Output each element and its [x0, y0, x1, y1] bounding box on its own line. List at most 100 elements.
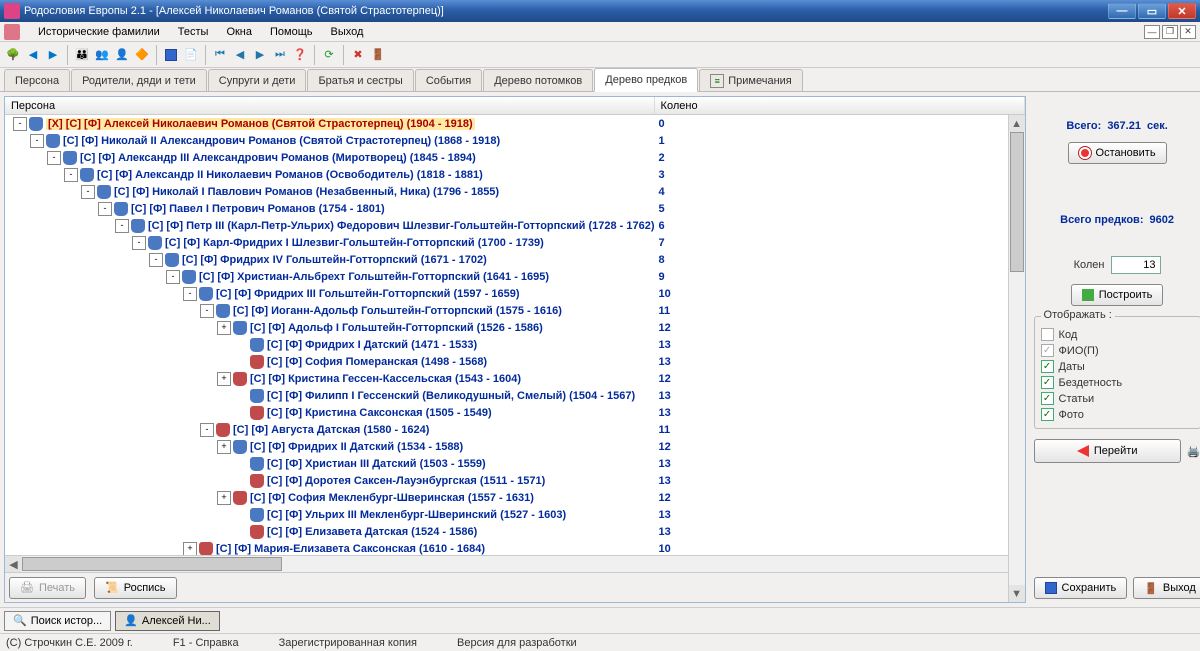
- tab[interactable]: Персона: [4, 69, 70, 91]
- taskbar-search[interactable]: 🔍 Поиск истор...: [4, 611, 111, 631]
- tree-row[interactable]: -[С] [Ф] Фридрих III Гольштейн-Готторпск…: [5, 285, 1025, 302]
- menu-item[interactable]: Выход: [331, 26, 364, 38]
- refresh-icon[interactable]: ⟳: [320, 46, 338, 64]
- tree-row[interactable]: [С] [Ф] Филипп I Гессенский (Великодушны…: [5, 387, 1025, 404]
- tree-row[interactable]: -[С] [Ф] Николай II Александрович Романо…: [5, 132, 1025, 149]
- tree-row[interactable]: -[С] [Ф] Фридрих IV Гольштейн-Готторпски…: [5, 251, 1025, 268]
- help-icon[interactable]: ❓: [291, 46, 309, 64]
- close-button[interactable]: ✕: [1168, 3, 1196, 19]
- horizontal-scrollbar[interactable]: ◀▶: [5, 555, 1025, 572]
- cancel-icon[interactable]: ✖: [349, 46, 367, 64]
- tree-toggle[interactable]: -: [166, 270, 180, 284]
- forward-icon[interactable]: ▶: [44, 46, 62, 64]
- menu-item[interactable]: Тесты: [178, 26, 209, 38]
- tree-row[interactable]: +[С] [Ф] Адольф I Гольштейн-Готторпский …: [5, 319, 1025, 336]
- checkbox-row[interactable]: ✓Фото: [1041, 408, 1194, 421]
- save-icon[interactable]: [162, 46, 180, 64]
- tree-row[interactable]: [С] [Ф] Елизавета Датская (1524 - 1586)1…: [5, 523, 1025, 540]
- tree-row[interactable]: -[С] [Ф] Августа Датская (1580 - 1624)11: [5, 421, 1025, 438]
- tree-toggle[interactable]: -: [64, 168, 78, 182]
- app-menu-icon[interactable]: [4, 24, 20, 40]
- stop-button[interactable]: Остановить: [1068, 142, 1167, 164]
- person-icon[interactable]: 👤: [113, 46, 131, 64]
- back-icon[interactable]: ◀: [24, 46, 42, 64]
- tree-row[interactable]: -[С] [Ф] Александр III Александрович Ром…: [5, 149, 1025, 166]
- menu-item[interactable]: Окна: [226, 26, 252, 38]
- header-persona[interactable]: Персона: [5, 97, 655, 114]
- tree-row[interactable]: [С] [Ф] Фридрих I Датский (1471 - 1533)1…: [5, 336, 1025, 353]
- first-icon[interactable]: ⏮: [211, 46, 229, 64]
- tree-toggle[interactable]: +: [217, 491, 231, 505]
- tree-icon[interactable]: 🌳: [4, 46, 22, 64]
- tree-row[interactable]: +[С] [Ф] Мария-Елизавета Саксонская (161…: [5, 540, 1025, 555]
- build-button[interactable]: Построить: [1071, 284, 1164, 306]
- tree-row[interactable]: -[С] [Ф] Иоганн-Адольф Гольштейн-Готторп…: [5, 302, 1025, 319]
- checkbox[interactable]: ✓: [1041, 408, 1054, 421]
- tree-toggle[interactable]: -: [149, 253, 163, 267]
- tree-toggle[interactable]: -: [13, 117, 27, 131]
- next-icon[interactable]: ▶: [251, 46, 269, 64]
- prev-icon[interactable]: ◀: [231, 46, 249, 64]
- exit-icon[interactable]: 🚪: [369, 46, 387, 64]
- mdi-close-button[interactable]: ✕: [1180, 25, 1196, 39]
- tree-row[interactable]: [С] [Ф] Христиан III Датский (1503 - 155…: [5, 455, 1025, 472]
- tree-row[interactable]: [С] [Ф] Кристина Саксонская (1505 - 1549…: [5, 404, 1025, 421]
- tree-row[interactable]: [С] [Ф] Ульрих III Мекленбург-Шверинский…: [5, 506, 1025, 523]
- last-icon[interactable]: ⏭: [271, 46, 289, 64]
- mdi-minimize-button[interactable]: —: [1144, 25, 1160, 39]
- tree-row[interactable]: -[С] [Ф] Павел I Петрович Романов (1754 …: [5, 200, 1025, 217]
- tree-body[interactable]: -[X] [С] [Ф] Алексей Николаевич Романов …: [5, 115, 1025, 555]
- checkbox-row[interactable]: ✓Даты: [1041, 360, 1194, 373]
- tree-row[interactable]: -[С] [Ф] Петр III (Карл-Петр-Ульрих) Фед…: [5, 217, 1025, 234]
- checkbox[interactable]: ✓: [1041, 376, 1054, 389]
- tree-toggle[interactable]: -: [30, 134, 44, 148]
- checkbox[interactable]: ✓: [1041, 392, 1054, 405]
- tree-row[interactable]: [С] [Ф] София Померанская (1498 - 1568)1…: [5, 353, 1025, 370]
- tree-toggle[interactable]: +: [217, 372, 231, 386]
- tree-toggle[interactable]: +: [217, 321, 231, 335]
- tree-toggle[interactable]: -: [200, 423, 214, 437]
- goto-button[interactable]: Перейти: [1034, 439, 1181, 463]
- tab[interactable]: ≡Примечания: [699, 69, 803, 91]
- tab[interactable]: Родители, дяди и тети: [71, 69, 207, 91]
- tree-row[interactable]: +[С] [Ф] Фридрих II Датский (1534 - 1588…: [5, 438, 1025, 455]
- tree-row[interactable]: -[С] [Ф] Христиан-Альбрехт Гольштейн-Гот…: [5, 268, 1025, 285]
- document-icon[interactable]: 📄: [182, 46, 200, 64]
- menu-item[interactable]: Помощь: [270, 26, 313, 38]
- checkbox[interactable]: ✓: [1041, 360, 1054, 373]
- minimize-button[interactable]: —: [1108, 3, 1136, 19]
- exit-button[interactable]: 🚪Выход: [1133, 577, 1200, 599]
- tab[interactable]: Братья и сестры: [307, 69, 413, 91]
- vertical-scrollbar[interactable]: ▲▼: [1008, 115, 1025, 602]
- tree-row[interactable]: +[С] [Ф] София Мекленбург-Шверинская (15…: [5, 489, 1025, 506]
- tree-toggle[interactable]: -: [200, 304, 214, 318]
- tree-row[interactable]: +[С] [Ф] Кристина Гессен-Кассельская (15…: [5, 370, 1025, 387]
- tree-row[interactable]: -[С] [Ф] Карл-Фридрих I Шлезвиг-Гольштей…: [5, 234, 1025, 251]
- menu-item[interactable]: Исторические фамилии: [38, 26, 160, 38]
- tab[interactable]: Супруги и дети: [208, 69, 307, 91]
- tree-toggle[interactable]: +: [183, 542, 197, 556]
- tab[interactable]: Дерево предков: [594, 68, 698, 92]
- save-button[interactable]: Сохранить: [1034, 577, 1128, 599]
- people-icon[interactable]: 👥: [93, 46, 111, 64]
- tab[interactable]: Дерево потомков: [483, 69, 593, 91]
- tree-toggle[interactable]: +: [217, 440, 231, 454]
- tree-toggle[interactable]: -: [132, 236, 146, 250]
- tree-toggle[interactable]: -: [183, 287, 197, 301]
- tree-row[interactable]: -[С] [Ф] Александр II Николаевич Романов…: [5, 166, 1025, 183]
- tree-row[interactable]: -[С] [Ф] Николай I Павлович Романов (Нез…: [5, 183, 1025, 200]
- taskbar-person[interactable]: 👤 Алексей Ни...: [115, 611, 220, 631]
- tree-toggle[interactable]: -: [47, 151, 61, 165]
- tree-toggle[interactable]: -: [81, 185, 95, 199]
- checkbox-row[interactable]: ✓Бездетность: [1041, 376, 1194, 389]
- maximize-button[interactable]: ▭: [1138, 3, 1166, 19]
- rospis-button[interactable]: 📜 Роспись: [94, 577, 177, 599]
- mdi-restore-button[interactable]: ❐: [1162, 25, 1178, 39]
- print-button[interactable]: 🖨 Печать: [9, 577, 86, 599]
- tree-toggle[interactable]: -: [115, 219, 129, 233]
- tab[interactable]: События: [415, 69, 482, 91]
- diagram-icon[interactable]: 🔶: [133, 46, 151, 64]
- tree-toggle[interactable]: -: [98, 202, 112, 216]
- kolen-input[interactable]: [1111, 256, 1161, 274]
- tree-row[interactable]: -[X] [С] [Ф] Алексей Николаевич Романов …: [5, 115, 1025, 132]
